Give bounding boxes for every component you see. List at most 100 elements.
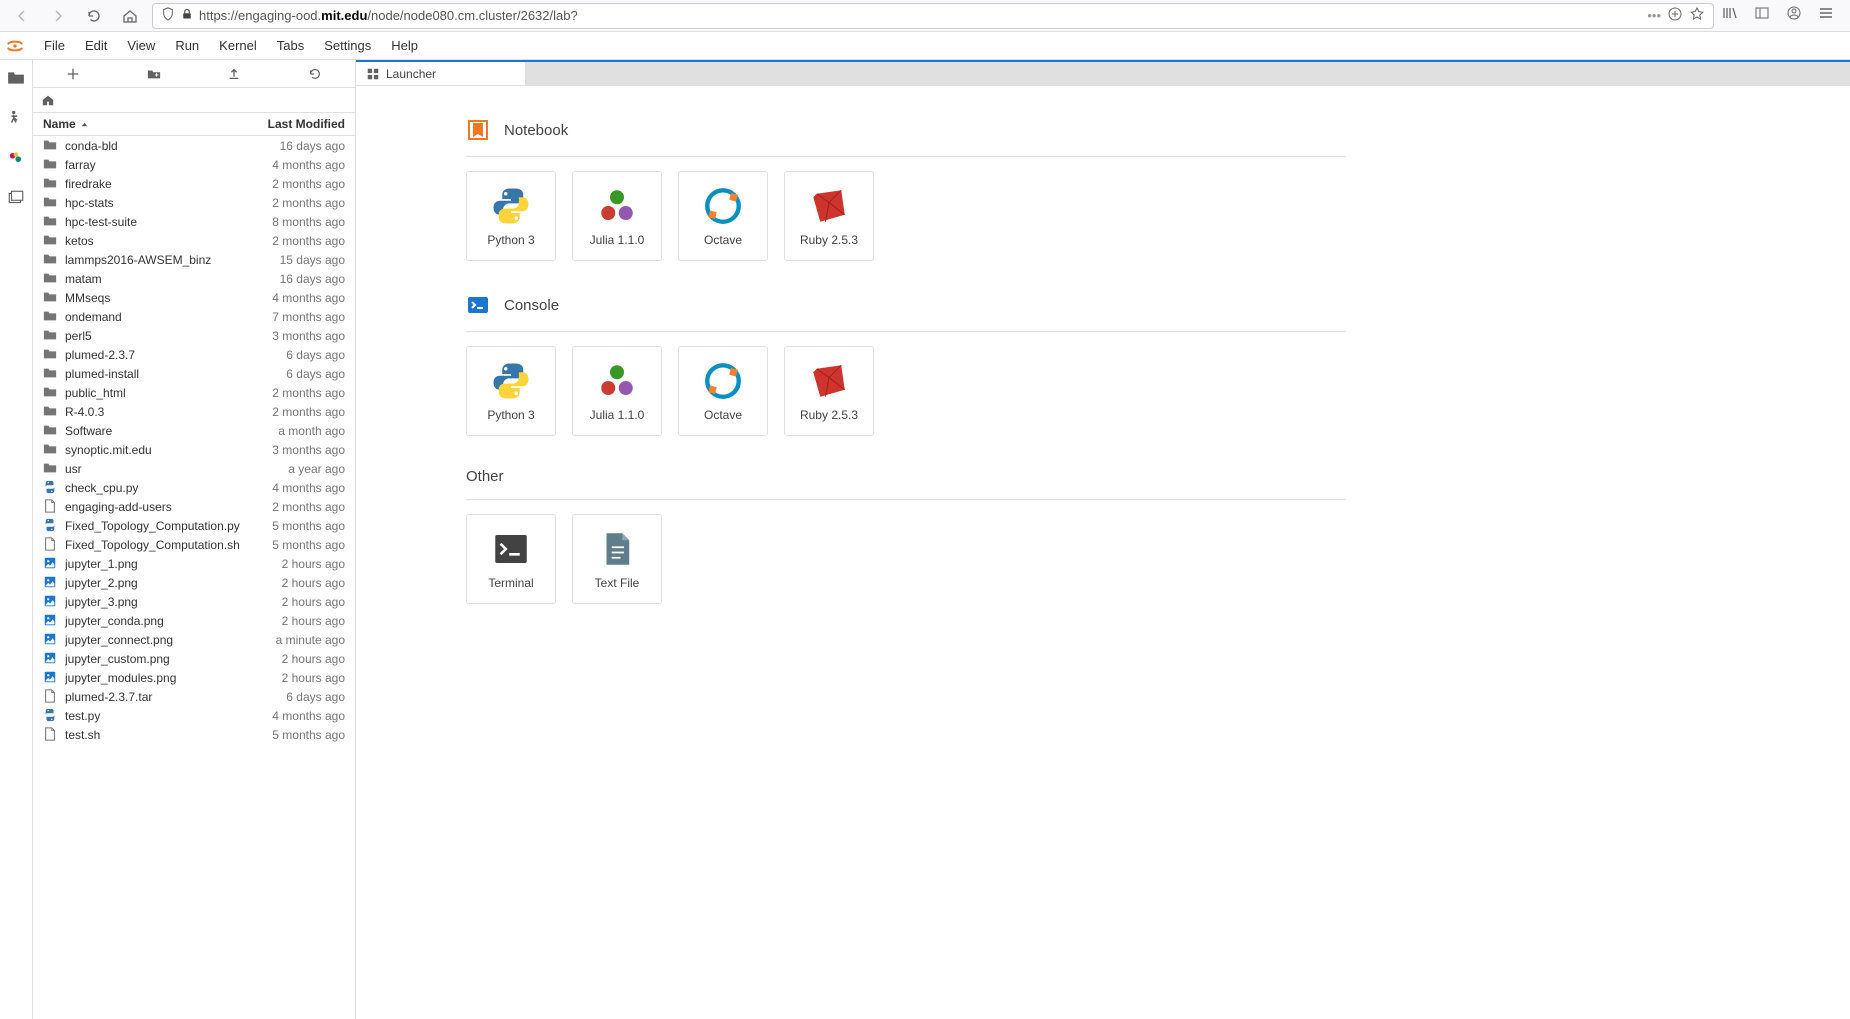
file-name: engaging-add-users xyxy=(65,500,266,514)
breadcrumb[interactable] xyxy=(33,88,355,112)
notebook-section-icon xyxy=(466,118,490,142)
file-row[interactable]: plumed-install6 days ago xyxy=(33,364,355,383)
account-icon[interactable] xyxy=(1786,5,1802,26)
file-row[interactable]: lammps2016-AWSEM_binz15 days ago xyxy=(33,250,355,269)
bookmark-star-icon[interactable] xyxy=(1689,6,1705,25)
file-row[interactable]: test.py4 months ago xyxy=(33,706,355,725)
file-row[interactable]: perl53 months ago xyxy=(33,326,355,345)
tab-launcher[interactable]: Launcher xyxy=(356,62,526,85)
launcher-card-julia-1-1-0[interactable]: Julia 1.1.0 xyxy=(572,346,662,436)
file-modified: 16 days ago xyxy=(274,139,345,153)
file-row[interactable]: Softwarea month ago xyxy=(33,421,355,440)
octave-icon xyxy=(702,185,744,227)
folder-icon xyxy=(43,423,59,439)
file-name: test.py xyxy=(65,709,266,723)
launcher-content: NotebookPython 3Julia 1.1.0OctaveRuby 2.… xyxy=(356,86,1850,1019)
hamburger-icon[interactable] xyxy=(1818,5,1834,26)
menu-file[interactable]: File xyxy=(34,32,75,60)
url-text: https://engaging-ood.mit.edu/node/node08… xyxy=(199,8,1641,23)
folder-tab-icon[interactable] xyxy=(4,66,28,90)
file-row[interactable]: engaging-add-users2 months ago xyxy=(33,497,355,516)
file-row[interactable]: synoptic.mit.edu3 months ago xyxy=(33,440,355,459)
file-row[interactable]: matam16 days ago xyxy=(33,269,355,288)
file-row[interactable]: jupyter_3.png2 hours ago xyxy=(33,592,355,611)
file-row[interactable]: hpc-stats2 months ago xyxy=(33,193,355,212)
menu-help[interactable]: Help xyxy=(381,32,428,60)
reader-icon[interactable] xyxy=(1667,6,1683,25)
back-button[interactable] xyxy=(8,2,36,30)
jupyter-logo[interactable] xyxy=(0,32,30,60)
file-row[interactable]: plumed-2.3.7.tar6 days ago xyxy=(33,687,355,706)
main-panel: Launcher NotebookPython 3Julia 1.1.0Octa… xyxy=(356,60,1850,1019)
more-icon[interactable]: ••• xyxy=(1647,8,1661,23)
file-name: jupyter_3.png xyxy=(65,595,276,609)
file-modified: 2 hours ago xyxy=(276,557,345,571)
file-row[interactable]: farray4 months ago xyxy=(33,155,355,174)
reload-button[interactable] xyxy=(80,2,108,30)
file-row[interactable]: jupyter_modules.png2 hours ago xyxy=(33,668,355,687)
file-row[interactable]: ondemand7 months ago xyxy=(33,307,355,326)
file-row[interactable]: jupyter_custom.png2 hours ago xyxy=(33,649,355,668)
textfile-icon xyxy=(596,528,638,570)
menu-edit[interactable]: Edit xyxy=(75,32,117,60)
file-row[interactable]: usra year ago xyxy=(33,459,355,478)
launcher-card-ruby-2-5-3[interactable]: Ruby 2.5.3 xyxy=(784,171,874,261)
file-modified: 5 months ago xyxy=(266,538,345,552)
launcher-card-python-3[interactable]: Python 3 xyxy=(466,171,556,261)
forward-button[interactable] xyxy=(44,2,72,30)
launcher-card-julia-1-1-0[interactable]: Julia 1.1.0 xyxy=(572,171,662,261)
file-row[interactable]: hpc-test-suite8 months ago xyxy=(33,212,355,231)
file-row[interactable]: R-4.0.32 months ago xyxy=(33,402,355,421)
file-row[interactable]: Fixed_Topology_Computation.sh5 months ag… xyxy=(33,535,355,554)
file-row[interactable]: test.sh5 months ago xyxy=(33,725,355,744)
launcher-card-text-file[interactable]: Text File xyxy=(572,514,662,604)
file-name: jupyter_custom.png xyxy=(65,652,276,666)
tabs-tab-icon[interactable] xyxy=(4,186,28,210)
running-tab-icon[interactable] xyxy=(4,106,28,130)
home-button[interactable] xyxy=(116,2,144,30)
file-name: firedrake xyxy=(65,177,266,191)
folder-icon xyxy=(43,271,59,287)
text-icon xyxy=(43,537,59,553)
launcher-card-octave[interactable]: Octave xyxy=(678,346,768,436)
file-list-header[interactable]: Name Last Modified xyxy=(33,112,355,136)
url-bar[interactable]: https://engaging-ood.mit.edu/node/node08… xyxy=(152,3,1714,29)
new-launcher-button[interactable] xyxy=(33,60,114,87)
menu-tabs[interactable]: Tabs xyxy=(267,32,314,60)
file-modified: 2 months ago xyxy=(266,405,345,419)
new-folder-button[interactable] xyxy=(114,60,195,87)
file-row[interactable]: jupyter_conda.png2 hours ago xyxy=(33,611,355,630)
menu-view[interactable]: View xyxy=(117,32,165,60)
file-row[interactable]: MMseqs4 months ago xyxy=(33,288,355,307)
file-row[interactable]: Fixed_Topology_Computation.py5 months ag… xyxy=(33,516,355,535)
launcher-card-ruby-2-5-3[interactable]: Ruby 2.5.3 xyxy=(784,346,874,436)
upload-button[interactable] xyxy=(194,60,275,87)
menu-run[interactable]: Run xyxy=(165,32,209,60)
menu-settings[interactable]: Settings xyxy=(314,32,381,60)
file-name: usr xyxy=(65,462,282,476)
folder-icon xyxy=(43,290,59,306)
file-name: jupyter_conda.png xyxy=(65,614,276,628)
menu-kernel[interactable]: Kernel xyxy=(209,32,267,60)
folder-icon xyxy=(43,233,59,249)
file-row[interactable]: firedrake2 months ago xyxy=(33,174,355,193)
library-icon[interactable] xyxy=(1722,5,1738,26)
file-row[interactable]: jupyter_connect.pnga minute ago xyxy=(33,630,355,649)
launcher-card-python-3[interactable]: Python 3 xyxy=(466,346,556,436)
file-row[interactable]: plumed-2.3.76 days ago xyxy=(33,345,355,364)
launcher-card-terminal[interactable]: Terminal xyxy=(466,514,556,604)
launcher-card-octave[interactable]: Octave xyxy=(678,171,768,261)
python-icon xyxy=(490,185,532,227)
file-row[interactable]: public_html2 months ago xyxy=(33,383,355,402)
file-row[interactable]: jupyter_1.png2 hours ago xyxy=(33,554,355,573)
file-row[interactable]: ketos2 months ago xyxy=(33,231,355,250)
refresh-button[interactable] xyxy=(275,60,356,87)
text-icon xyxy=(43,727,59,743)
file-row[interactable]: check_cpu.py4 months ago xyxy=(33,478,355,497)
file-row[interactable]: conda-bld16 days ago xyxy=(33,136,355,155)
sidebar-icon[interactable] xyxy=(1754,5,1770,26)
file-browser: Name Last Modified conda-bld16 days agof… xyxy=(33,60,356,1019)
file-row[interactable]: jupyter_2.png2 hours ago xyxy=(33,573,355,592)
image-icon xyxy=(43,632,59,648)
commands-tab-icon[interactable] xyxy=(4,146,28,170)
